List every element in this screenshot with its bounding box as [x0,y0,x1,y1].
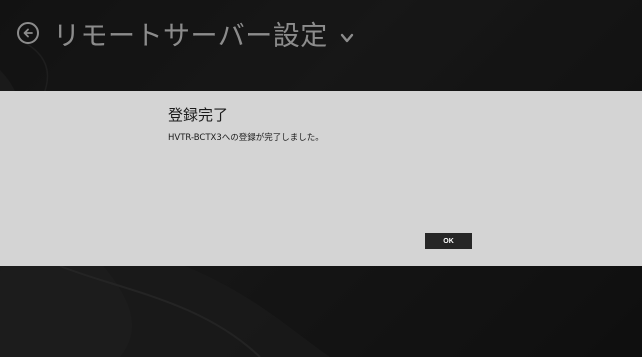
ok-button[interactable]: OK [425,233,472,249]
dialog-content: 登録完了 HVTR-BCTX3への登録が完了しました。 OK [168,91,474,266]
message-dialog: 登録完了 HVTR-BCTX3への登録が完了しました。 OK [0,91,642,266]
dialog-message: HVTR-BCTX3への登録が完了しました。 [168,133,324,143]
screen: リモートサーバー設定 登録完了 HVTR-BCTX3への登録が完了しました。 O… [0,0,642,357]
dialog-title: 登録完了 [168,106,229,124]
